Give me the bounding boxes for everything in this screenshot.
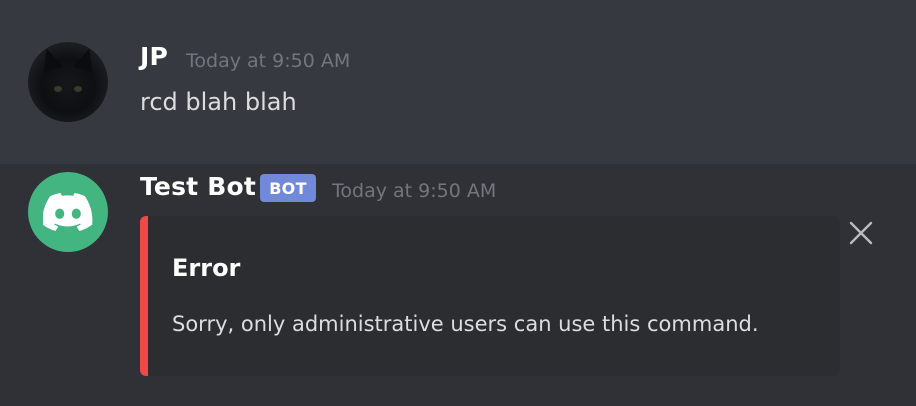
avatar-cat-eye: [74, 86, 82, 92]
avatar-test-bot[interactable]: [28, 172, 108, 252]
message-timestamp[interactable]: Today at 9:50 AM: [332, 180, 496, 202]
avatar-jp[interactable]: [28, 42, 108, 122]
dismiss-embed-button[interactable]: [848, 220, 874, 246]
username-test-bot[interactable]: Test Bot: [140, 172, 256, 201]
avatar-cat-ear: [73, 45, 99, 73]
discord-logo-icon: [43, 193, 93, 231]
bot-tag: BOT: [260, 174, 316, 202]
error-embed: Error Sorry, only administrative users c…: [140, 216, 840, 376]
avatar-cat-ear: [37, 45, 63, 73]
embed-description: Sorry, only administrative users can use…: [172, 312, 759, 336]
message-jp: JP Today at 9:50 AM rcd blah blah: [0, 0, 916, 164]
message-content: rcd blah blah: [140, 88, 297, 116]
message-timestamp[interactable]: Today at 9:50 AM: [186, 50, 350, 72]
avatar-cat-eye: [54, 86, 62, 92]
username-jp[interactable]: JP: [140, 42, 168, 71]
embed-title: Error: [172, 254, 241, 282]
close-icon: [849, 221, 873, 245]
embed-color-bar: [140, 216, 148, 376]
